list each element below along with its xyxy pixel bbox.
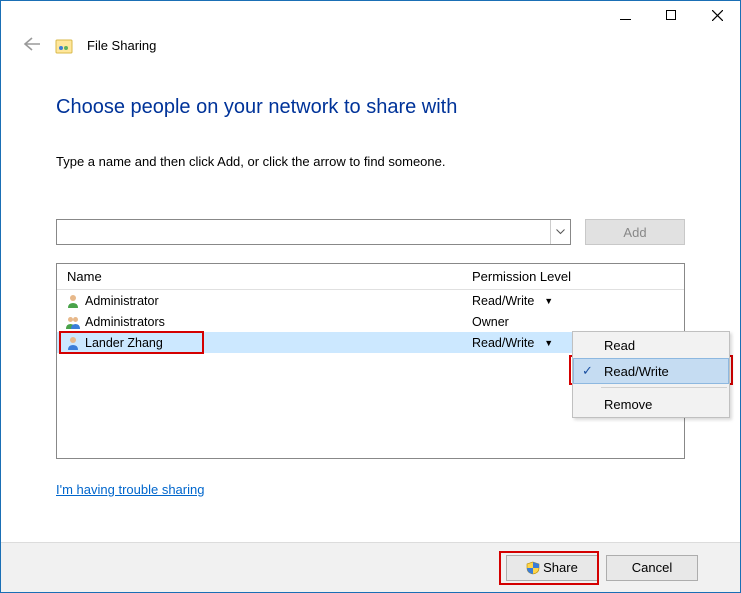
row-name: Administrators xyxy=(85,315,165,329)
maximize-button[interactable] xyxy=(648,1,694,29)
close-button[interactable] xyxy=(694,1,740,29)
permission-menu: Read ✓ Read/Write Remove xyxy=(572,331,730,418)
shield-icon xyxy=(526,561,540,575)
cancel-button-label: Cancel xyxy=(632,560,672,575)
back-icon[interactable] xyxy=(23,35,41,56)
user-icon xyxy=(65,293,81,309)
row-permission: Owner xyxy=(472,315,509,329)
group-icon xyxy=(65,314,81,330)
folder-people-icon xyxy=(55,37,73,55)
check-icon: ✓ xyxy=(582,363,593,379)
table-row[interactable]: Administrators Owner xyxy=(57,311,684,332)
row-name: Lander Zhang xyxy=(85,336,163,350)
instruction-text: Type a name and then click Add, or click… xyxy=(56,154,685,169)
content-area: Choose people on your network to share w… xyxy=(1,56,740,542)
table-row[interactable]: Administrator Read/Write ▼ xyxy=(57,290,684,311)
trouble-sharing-link[interactable]: I'm having trouble sharing xyxy=(56,482,204,497)
share-button-label: Share xyxy=(543,560,578,575)
menu-item-label: Read xyxy=(604,338,635,353)
row-permission: Read/Write xyxy=(472,294,534,308)
cancel-button[interactable]: Cancel xyxy=(606,555,698,581)
titlebar xyxy=(1,1,740,31)
chevron-down-icon[interactable] xyxy=(550,220,570,244)
menu-item-read[interactable]: Read xyxy=(573,332,729,358)
page-heading: Choose people on your network to share w… xyxy=(56,96,685,119)
user-icon xyxy=(65,335,81,351)
menu-item-label: Remove xyxy=(604,397,652,412)
name-combo[interactable] xyxy=(56,219,571,245)
add-button[interactable]: Add xyxy=(585,219,685,245)
file-sharing-dialog: File Sharing Choose people on your netwo… xyxy=(0,0,741,593)
share-table: Name Permission Level Administrator Read… xyxy=(56,263,685,459)
caret-down-icon[interactable]: ▼ xyxy=(544,338,553,348)
column-header-name[interactable]: Name xyxy=(57,269,462,284)
menu-item-read-write[interactable]: ✓ Read/Write xyxy=(573,358,729,384)
header-row: File Sharing xyxy=(1,31,740,56)
caret-down-icon[interactable]: ▼ xyxy=(544,296,553,306)
menu-separator xyxy=(601,387,727,388)
row-name: Administrator xyxy=(85,294,159,308)
minimize-button[interactable] xyxy=(602,1,648,29)
name-input[interactable] xyxy=(57,220,550,244)
share-button[interactable]: Share xyxy=(506,555,598,581)
row-permission: Read/Write xyxy=(472,336,534,350)
menu-item-label: Read/Write xyxy=(604,364,669,379)
table-header: Name Permission Level xyxy=(57,264,684,290)
column-header-permission[interactable]: Permission Level xyxy=(462,269,684,284)
dialog-title: File Sharing xyxy=(87,38,156,53)
name-input-row: Add xyxy=(56,219,685,245)
menu-item-remove[interactable]: Remove xyxy=(573,391,729,417)
dialog-footer: Share Cancel xyxy=(1,542,740,592)
